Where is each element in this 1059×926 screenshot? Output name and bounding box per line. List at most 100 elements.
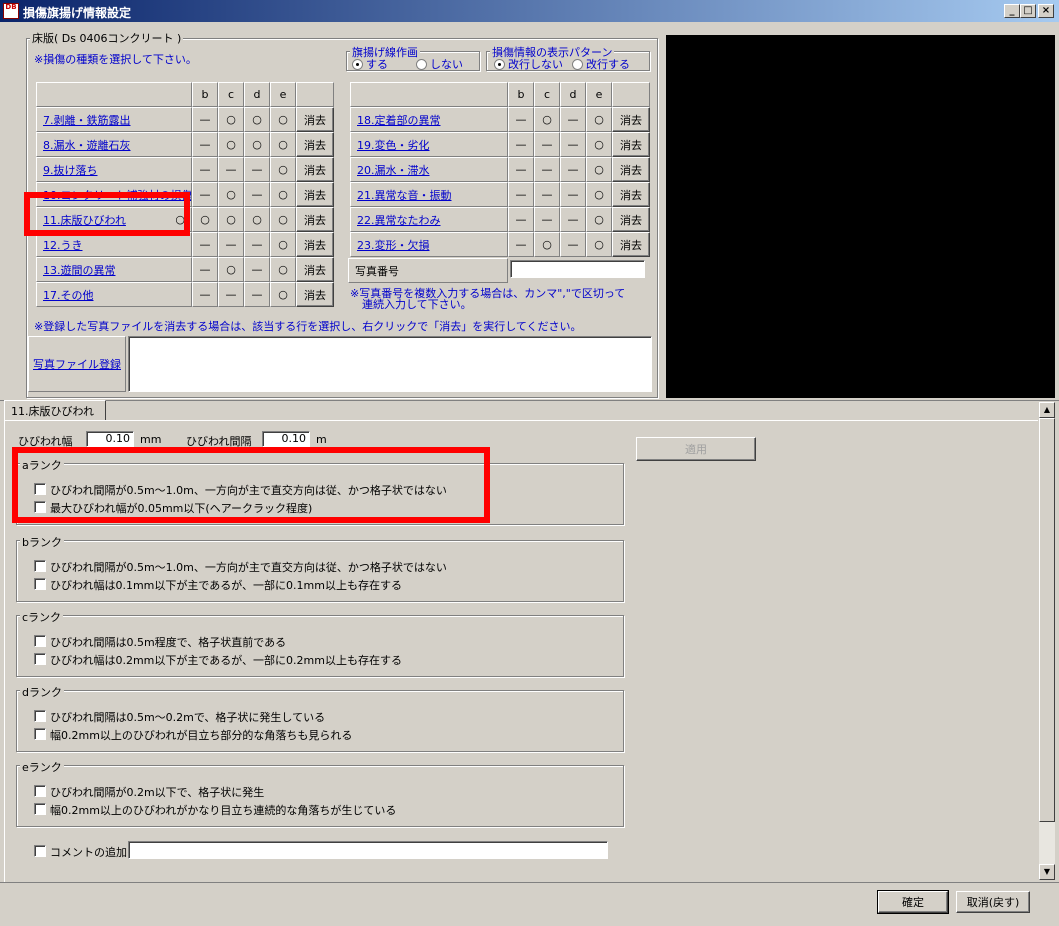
rank-mark-e[interactable]: ○ — [270, 132, 296, 157]
rank-mark-b[interactable]: — — [508, 157, 534, 182]
rank-mark-d[interactable]: — — [560, 207, 586, 232]
rank-mark-b[interactable]: — — [192, 182, 218, 207]
clear-button[interactable]: 消去 — [612, 207, 650, 232]
rank-mark-b[interactable]: — — [508, 207, 534, 232]
rank-mark-e[interactable]: ○ — [586, 232, 612, 257]
clear-button[interactable]: 消去 — [296, 232, 334, 257]
clear-button[interactable]: 消去 — [296, 182, 334, 207]
comment-checkbox[interactable] — [34, 845, 46, 857]
scroll-thumb[interactable] — [1039, 418, 1055, 822]
photo-register-link[interactable]: 写真ファイル登録 — [33, 356, 121, 372]
rank-mark-e[interactable]: ○ — [586, 207, 612, 232]
crack-width-input[interactable]: 0.10 — [86, 431, 134, 447]
pattern-no-wrap-radio[interactable]: 改行しない — [494, 56, 563, 72]
damage-type-link[interactable]: 18.定着部の異常 — [357, 112, 441, 128]
comment-input[interactable] — [128, 841, 608, 859]
rank-mark-e[interactable]: ○ — [586, 157, 612, 182]
rank-mark-c[interactable]: ○ — [218, 132, 244, 157]
flag-yes-radio[interactable]: する — [352, 56, 388, 72]
clear-button[interactable]: 消去 — [612, 157, 650, 182]
damage-type-link[interactable]: 22.異常なたわみ — [357, 212, 441, 228]
rank-mark-d[interactable]: ○ — [244, 107, 270, 132]
rank-mark-e[interactable]: ○ — [586, 132, 612, 157]
rank-mark-e[interactable]: ○ — [270, 282, 296, 307]
damage-type-link[interactable]: 13.遊間の異常 — [43, 262, 116, 278]
scroll-up-button[interactable]: ▲ — [1039, 402, 1055, 418]
rank-criterion-checkbox[interactable] — [34, 635, 46, 647]
rank-mark-e[interactable]: ○ — [270, 232, 296, 257]
photo-number-input[interactable] — [510, 260, 645, 278]
damage-type-link[interactable]: 20.漏水・滞水 — [357, 162, 430, 178]
flag-no-radio[interactable]: しない — [416, 56, 463, 72]
rank-mark-d[interactable]: — — [560, 132, 586, 157]
rank-mark-b[interactable]: — — [192, 257, 218, 282]
rank-mark-b[interactable]: — — [192, 132, 218, 157]
clear-button[interactable]: 消去 — [612, 132, 650, 157]
clear-button[interactable]: 消去 — [296, 107, 334, 132]
rank-mark-e[interactable]: ○ — [586, 107, 612, 132]
maximize-button[interactable]: □ — [1020, 4, 1036, 18]
rank-criterion-checkbox[interactable] — [34, 710, 46, 722]
ok-button[interactable]: 確定 — [877, 890, 949, 914]
rank-mark-d[interactable]: — — [560, 157, 586, 182]
clear-button[interactable]: 消去 — [296, 132, 334, 157]
rank-criterion-checkbox[interactable] — [34, 578, 46, 590]
damage-type-link[interactable]: 8.漏水・遊離石灰 — [43, 137, 131, 153]
tab-crack[interactable]: 11.床版ひびわれ — [4, 400, 106, 420]
rank-mark-d[interactable]: — — [560, 232, 586, 257]
clear-button[interactable]: 消去 — [296, 157, 334, 182]
damage-type-link[interactable]: 7.剥離・鉄筋露出 — [43, 112, 131, 128]
rank-mark-c[interactable]: ○ — [218, 182, 244, 207]
damage-type-link[interactable]: 21.異常な音・振動 — [357, 187, 452, 203]
damage-type-link[interactable]: 23.変形・欠損 — [357, 237, 430, 253]
rank-mark-e[interactable]: ○ — [270, 157, 296, 182]
rank-mark-c[interactable]: ○ — [218, 207, 244, 232]
clear-button[interactable]: 消去 — [296, 282, 334, 307]
rank-mark-c[interactable]: — — [218, 157, 244, 182]
rank-mark-d[interactable]: ○ — [244, 207, 270, 232]
rank-mark-c[interactable]: — — [534, 207, 560, 232]
apply-button[interactable]: 適用 — [636, 437, 756, 461]
rank-criterion-checkbox[interactable] — [34, 560, 46, 572]
rank-criterion-checkbox[interactable] — [34, 653, 46, 665]
rank-mark-b[interactable]: — — [508, 182, 534, 207]
rank-mark-c[interactable]: — — [534, 157, 560, 182]
clear-button[interactable]: 消去 — [612, 182, 650, 207]
clear-button[interactable]: 消去 — [612, 107, 650, 132]
rank-mark-c[interactable]: ○ — [534, 232, 560, 257]
damage-type-link[interactable]: 12.うき — [43, 237, 83, 253]
rank-mark-d[interactable]: — — [244, 282, 270, 307]
rank-criterion-checkbox[interactable] — [34, 785, 46, 797]
rank-criterion-checkbox[interactable] — [34, 803, 46, 815]
rank-mark-c[interactable]: — — [534, 132, 560, 157]
rank-mark-b[interactable]: — — [508, 132, 534, 157]
rank-criterion-checkbox[interactable] — [34, 728, 46, 740]
clear-button[interactable]: 消去 — [296, 257, 334, 282]
damage-type-link[interactable]: 19.変色・劣化 — [357, 137, 430, 153]
rank-mark-e[interactable]: ○ — [586, 182, 612, 207]
rank-mark-b[interactable]: — — [192, 282, 218, 307]
cancel-button[interactable]: 取消(戻す) — [956, 891, 1030, 913]
minimize-button[interactable]: _ — [1004, 4, 1020, 18]
rank-mark-b[interactable]: — — [508, 232, 534, 257]
clear-button[interactable]: 消去 — [612, 232, 650, 257]
rank-mark-c[interactable]: ○ — [534, 107, 560, 132]
rank-mark-c[interactable]: ○ — [218, 257, 244, 282]
close-button[interactable]: × — [1038, 4, 1054, 18]
rank-mark-e[interactable]: ○ — [270, 107, 296, 132]
photo-file-list[interactable] — [128, 336, 652, 392]
rank-mark-b[interactable]: — — [192, 107, 218, 132]
rank-mark-d[interactable]: — — [560, 182, 586, 207]
rank-mark-e[interactable]: ○ — [270, 182, 296, 207]
rank-mark-b[interactable]: — — [192, 157, 218, 182]
rank-mark-b[interactable]: — — [508, 107, 534, 132]
crack-spacing-input[interactable]: 0.10 — [262, 431, 310, 447]
rank-mark-c[interactable]: ○ — [218, 107, 244, 132]
rank-mark-d[interactable]: — — [560, 107, 586, 132]
clear-button[interactable]: 消去 — [296, 207, 334, 232]
rank-mark-e[interactable]: ○ — [270, 207, 296, 232]
rank-mark-d[interactable]: — — [244, 232, 270, 257]
rank-mark-d[interactable]: — — [244, 257, 270, 282]
rank-mark-c[interactable]: — — [534, 182, 560, 207]
scroll-down-button[interactable]: ▼ — [1039, 864, 1055, 880]
